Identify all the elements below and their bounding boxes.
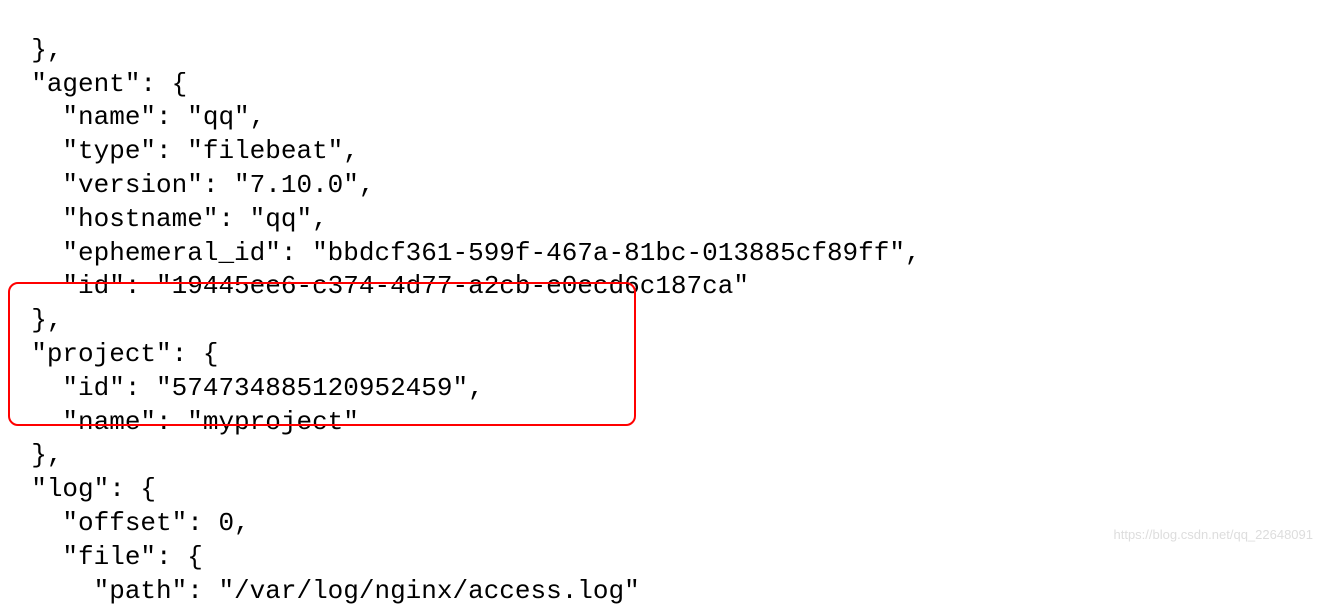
code-line: "name": "myproject" (0, 407, 359, 437)
code-line: "hostname": "qq", (0, 204, 328, 234)
code-line: "offset": 0, (0, 508, 250, 538)
code-line: "agent": { (0, 69, 187, 99)
code-line: "ephemeral_id": "bbdcf361-599f-467a-81bc… (0, 238, 921, 268)
code-line: "log": { (0, 474, 156, 504)
code-line: }, (0, 35, 62, 65)
code-line: "id": "574734885120952459", (0, 373, 484, 403)
code-line: "version": "7.10.0", (0, 170, 374, 200)
code-line: "file": { (0, 542, 203, 572)
code-line: "project": { (0, 339, 218, 369)
code-line: "path": "/var/log/nginx/access.log" (0, 576, 640, 606)
code-line: "name": "qq", (0, 102, 265, 132)
code-line: }, (0, 440, 62, 470)
code-line: "type": "filebeat", (0, 136, 359, 166)
code-line: }, (0, 305, 62, 335)
json-code-block: }, "agent": { "name": "qq", "type": "fil… (0, 0, 1333, 608)
watermark-text: https://blog.csdn.net/qq_22648091 (1114, 527, 1314, 544)
code-line: "id": "19445ee6-c374-4d77-a2cb-e0ecd6c18… (0, 271, 749, 301)
